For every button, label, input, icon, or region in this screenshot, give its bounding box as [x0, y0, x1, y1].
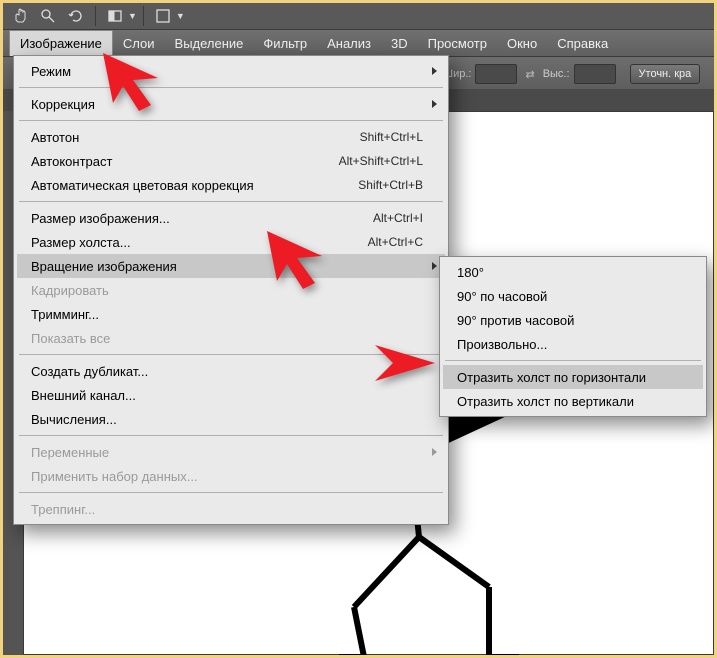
submenu-180[interactable]: 180°	[443, 260, 703, 284]
menu-variables: Переменные	[17, 440, 445, 464]
menu-image-rotation[interactable]: Вращение изображения	[17, 254, 445, 278]
menu-help[interactable]: Справка	[547, 30, 618, 56]
menu-separator	[19, 492, 443, 493]
image-rotation-submenu: 180° 90° по часовой 90° против часовой П…	[439, 256, 707, 417]
separator	[143, 6, 144, 26]
image-menu-dropdown: Режим Коррекция АвтотонShift+Ctrl+L Авто…	[13, 55, 449, 525]
menu-view[interactable]: Просмотр	[418, 30, 497, 56]
screen-mode-icon[interactable]	[102, 4, 128, 28]
submenu-arrow-icon	[432, 262, 437, 270]
menu-apply-data-set: Применить набор данных...	[17, 464, 445, 488]
menu-separator	[445, 360, 701, 361]
submenu-flip-horizontal[interactable]: Отразить холст по горизонтали	[443, 365, 703, 389]
submenu-arrow-icon	[432, 67, 437, 75]
menu-trap: Треппинг...	[17, 497, 445, 521]
annotation-arrow-2	[267, 231, 337, 291]
width-field[interactable]	[475, 64, 517, 84]
annotation-arrow-3	[375, 335, 445, 391]
menu-autotone[interactable]: АвтотонShift+Ctrl+L	[17, 125, 445, 149]
menu-separator	[19, 120, 443, 121]
height-label: Выс.:	[543, 68, 570, 80]
menu-select[interactable]: Выделение	[165, 30, 254, 56]
submenu-flip-vertical[interactable]: Отразить холст по вертикали	[443, 389, 703, 413]
rotate-icon[interactable]	[63, 4, 89, 28]
menu-separator	[19, 435, 443, 436]
menu-canvas-size[interactable]: Размер холста...Alt+Ctrl+C	[17, 230, 445, 254]
dropdown-arrow-icon: ▼	[176, 11, 185, 21]
menu-trim[interactable]: Тримминг...	[17, 302, 445, 326]
refine-edge-button[interactable]: Уточн. кра	[630, 64, 701, 84]
height-field[interactable]	[574, 64, 616, 84]
annotation-arrow-1	[103, 53, 173, 113]
swap-icon[interactable]: ⇄	[521, 68, 538, 81]
menu-filter[interactable]: Фильтр	[253, 30, 317, 56]
separator	[95, 6, 96, 26]
menu-image-size[interactable]: Размер изображения...Alt+Ctrl+I	[17, 206, 445, 230]
menu-crop: Кадрировать	[17, 278, 445, 302]
menu-separator	[19, 87, 443, 88]
submenu-arbitrary[interactable]: Произвольно...	[443, 332, 703, 356]
tool-options-icon-bar: ▼ ▼	[3, 3, 714, 30]
menu-adjustments[interactable]: Коррекция	[17, 92, 445, 116]
menu-autocontrast[interactable]: АвтоконтрастAlt+Shift+Ctrl+L	[17, 149, 445, 173]
menu-separator	[19, 201, 443, 202]
hand-icon[interactable]	[7, 4, 33, 28]
menu-calculations[interactable]: Вычисления...	[17, 407, 445, 431]
submenu-90-ccw[interactable]: 90° против часовой	[443, 308, 703, 332]
zoom-icon[interactable]	[35, 4, 61, 28]
menu-image[interactable]: Изображение	[9, 30, 113, 56]
submenu-arrow-icon	[432, 448, 437, 456]
menu-3d[interactable]: 3D	[381, 30, 418, 56]
menu-analysis[interactable]: Анализ	[317, 30, 381, 56]
dropdown-arrow-icon: ▼	[128, 11, 137, 21]
arrange-icon[interactable]	[150, 4, 176, 28]
menu-mode[interactable]: Режим	[17, 59, 445, 83]
submenu-arrow-icon	[432, 100, 437, 108]
menu-window[interactable]: Окно	[497, 30, 547, 56]
menu-autocolor[interactable]: Автоматическая цветовая коррекцияShift+C…	[17, 173, 445, 197]
submenu-90-cw[interactable]: 90° по часовой	[443, 284, 703, 308]
